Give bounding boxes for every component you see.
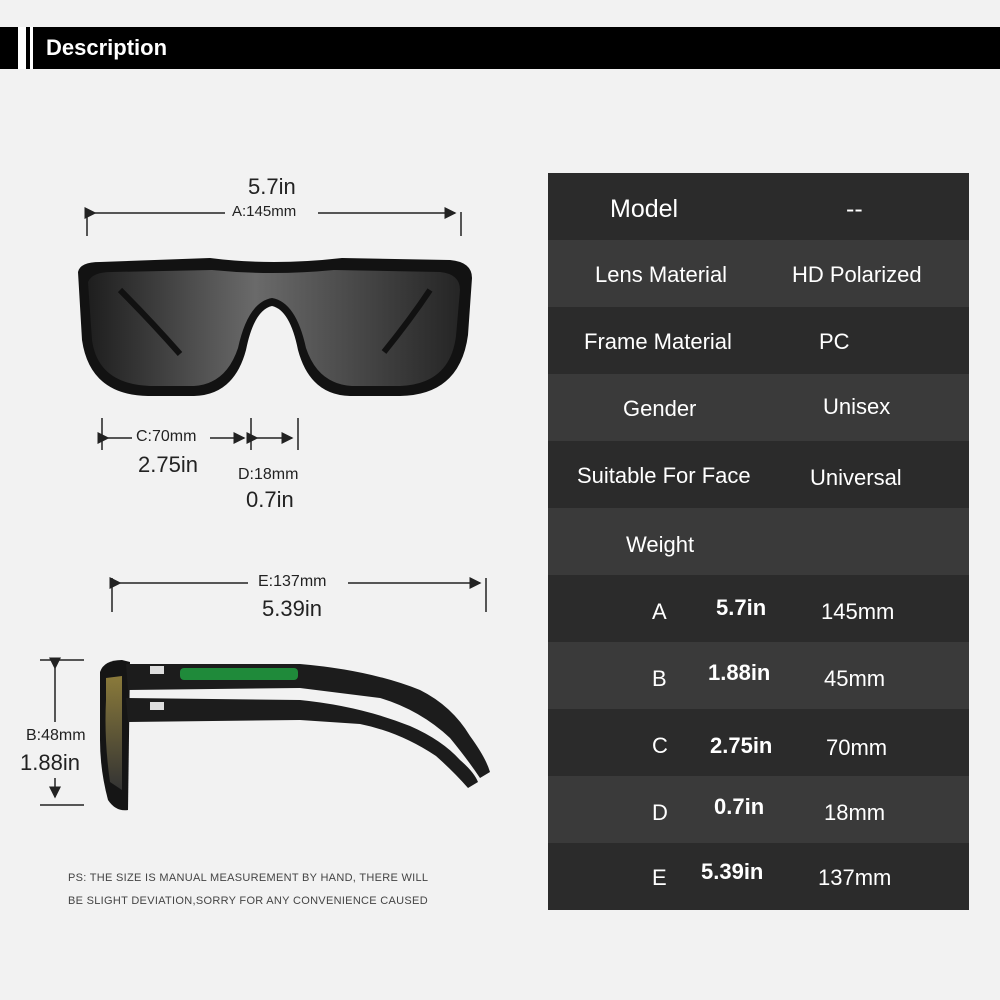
measure-inch: 0.7in [714, 794, 765, 819]
dimension-c-inch: 2.75in [138, 452, 198, 477]
face-value: Universal [810, 465, 902, 490]
header-accent [30, 27, 33, 69]
table-row: B 1.88in 45mm [548, 642, 969, 709]
lens-material-label: Lens Material [595, 262, 728, 287]
table-row: Model -- [548, 173, 969, 240]
header-accent [18, 27, 26, 69]
dimension-b-inch: 1.88in [20, 750, 80, 775]
table-row: E 5.39in 137mm [548, 843, 969, 910]
measure-mm: 70mm [826, 735, 888, 760]
spec-table: Model -- Lens Material HD Polarized Fram… [548, 173, 969, 911]
gender-label: Gender [623, 396, 697, 421]
dimension-c-mm: C:70mm [136, 428, 197, 445]
measure-inch: 1.88in [708, 660, 771, 685]
dimension-b-mm: B:48mm [26, 727, 86, 744]
dimension-d-mm: D:18mm [238, 466, 299, 483]
measurement-note-line2: BE SLIGHT DEVIATION,SORRY FOR ANY CONVEN… [68, 895, 428, 907]
section-header: Description [0, 27, 1000, 69]
table-row: Frame Material PC [548, 307, 969, 374]
dimension-a-mm: A:145mm [232, 203, 297, 220]
dimension-e-inch: 5.39in [262, 596, 322, 621]
measurement-note-line1: PS: THE SIZE IS MANUAL MEASUREMENT BY HA… [68, 872, 429, 884]
measure-mm: 18mm [824, 800, 886, 825]
measure-mm: 137mm [818, 865, 892, 890]
table-row: C 2.75in 70mm [548, 709, 969, 776]
lens-material-value: HD Polarized [792, 262, 922, 287]
gender-value: Unisex [823, 394, 891, 419]
table-row: Weight [548, 508, 969, 575]
measure-letter: B [652, 666, 667, 691]
section-title: Description [46, 35, 168, 60]
sunglasses-front-image [78, 258, 472, 396]
face-label: Suitable For Face [577, 463, 751, 488]
weight-label: Weight [626, 532, 695, 557]
table-row: Gender Unisex [548, 374, 969, 441]
sunglasses-side-image [100, 660, 490, 811]
measure-inch: 2.75in [710, 733, 773, 758]
model-value: -- [846, 195, 863, 223]
frame-material-value: PC [819, 329, 850, 354]
measure-inch: 5.7in [716, 595, 767, 620]
table-row: A 5.7in 145mm [548, 575, 969, 642]
measure-letter: C [652, 733, 668, 758]
measure-inch: 5.39in [701, 859, 764, 884]
model-label: Model [610, 195, 679, 223]
dimension-d-line [246, 418, 299, 450]
dimension-a-inch: 5.7in [248, 174, 296, 199]
measure-mm: 145mm [821, 599, 895, 624]
table-row: Lens Material HD Polarized [548, 240, 969, 307]
measure-mm: 45mm [824, 666, 886, 691]
dimension-d-inch: 0.7in [246, 487, 294, 512]
frame-material-label: Frame Material [584, 329, 732, 354]
measure-letter: A [652, 599, 667, 624]
measure-letter: E [652, 865, 667, 890]
measure-letter: D [652, 800, 668, 825]
table-row: Suitable For Face Universal [548, 441, 969, 508]
table-row: D 0.7in 18mm [548, 776, 969, 843]
dimension-e-mm: E:137mm [258, 573, 327, 590]
